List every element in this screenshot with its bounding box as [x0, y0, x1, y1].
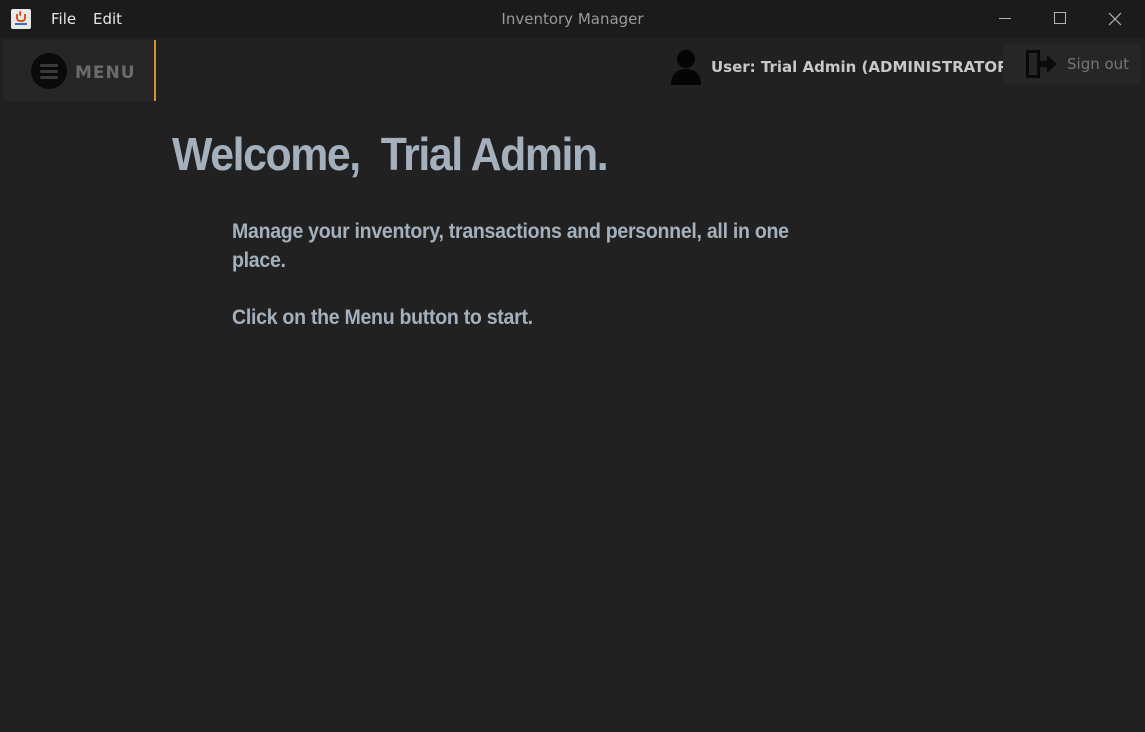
maximize-button[interactable]: [1037, 0, 1083, 38]
description-text: Manage your inventory, transactions and …: [232, 220, 789, 272]
title-bar: File Edit Inventory Manager: [0, 0, 1145, 38]
minimize-button[interactable]: [982, 0, 1028, 38]
close-icon: [1108, 12, 1122, 26]
instruction-text: Click on the Menu button to start.: [232, 306, 533, 329]
close-button[interactable]: [1092, 0, 1138, 38]
menu-button[interactable]: MENU: [3, 40, 156, 101]
signout-button[interactable]: Sign out: [1003, 44, 1141, 84]
window-title: Inventory Manager: [501, 10, 644, 28]
menu-label: MENU: [75, 63, 136, 83]
user-icon: [671, 50, 701, 85]
welcome-heading: Welcome, Trial Admin.: [172, 128, 609, 180]
signout-icon: [1026, 50, 1057, 78]
hamburger-icon: [31, 53, 67, 89]
signout-label: Sign out: [1067, 55, 1130, 73]
user-label: User: Trial Admin (ADMINISTRATOR): [711, 58, 1016, 76]
